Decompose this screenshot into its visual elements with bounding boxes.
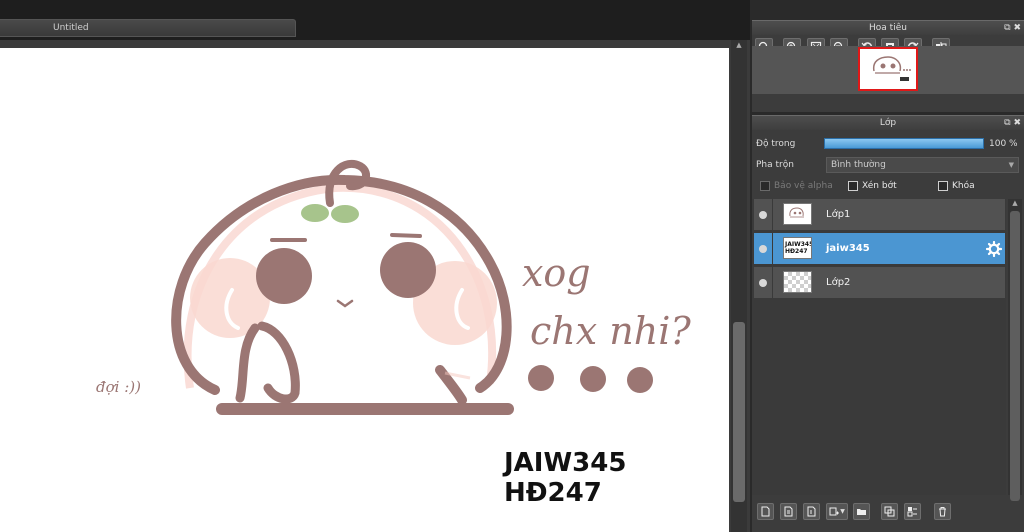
duplicate-layer-button[interactable] [881, 503, 898, 520]
trash-icon [939, 507, 946, 517]
clipping-label: Xén bớt [862, 181, 897, 191]
document-tab[interactable]: Untitled [0, 19, 296, 37]
navigator-panel-header: Hoa tiêu ⧉ ✖ [752, 20, 1024, 35]
layer-list: Lớp1 JAIW345 HĐ247 jaiw345 Lớp2 [752, 199, 1006, 495]
canvas-text-doi: đợi :)) [96, 378, 141, 396]
close-icon[interactable]: ✖ [1013, 23, 1021, 33]
lock-label: Khóa [952, 181, 975, 191]
right-leaf [331, 205, 359, 223]
ellipsis-dot [627, 367, 653, 393]
right-eye [380, 242, 436, 298]
navigator-preview-art [872, 56, 911, 81]
opacity-value: 100 % [989, 139, 1018, 149]
blend-mode-select[interactable]: Bình thường ▼ [826, 157, 1019, 173]
popout-icon[interactable]: ⧉ [1004, 118, 1010, 128]
blend-mode-value: Bình thường [831, 160, 886, 170]
canvas-frame: xog chx nhi? đợi :)) JAIW345 HĐ247 [0, 40, 750, 532]
layer-name: Lớp1 [826, 209, 851, 220]
layer-row-lop2[interactable]: Lớp2 [754, 267, 1005, 299]
close-icon[interactable]: ✖ [1013, 118, 1021, 128]
layer-scroll-thumb[interactable] [1010, 211, 1020, 501]
new-page-icon [761, 506, 770, 517]
chevron-down-icon: ▼ [1008, 161, 1014, 169]
gear-icon[interactable] [986, 241, 1002, 257]
layer-name: Lớp2 [826, 277, 851, 288]
halftone-page-icon [784, 506, 793, 517]
navigator-panel-title: Hoa tiêu [869, 23, 907, 33]
clipping-checkbox[interactable]: Xén bớt [848, 181, 897, 191]
merge-down-icon [907, 507, 917, 517]
layer-row-jaiw345[interactable]: JAIW345 HĐ247 jaiw345 [754, 233, 1005, 265]
navigator-panel: Hoa tiêu ⧉ ✖ [752, 20, 1024, 112]
row-separator [772, 233, 773, 265]
drawing-canvas[interactable]: xog chx nhi? đợi :)) JAIW345 HĐ247 [0, 48, 729, 532]
blend-mode-label: Pha trộn [756, 160, 794, 170]
canvas-vertical-scrollbar[interactable]: ▲ [731, 40, 747, 532]
navigator-preview[interactable] [858, 47, 918, 91]
left-eye [256, 248, 312, 304]
ellipsis-dot [528, 365, 554, 391]
scroll-up-arrow-icon[interactable]: ▲ [731, 40, 747, 50]
canvas-text-chx-nhi: chx nhi? [530, 309, 691, 353]
checkbox-box [848, 181, 858, 191]
new-folder-button[interactable] [853, 503, 870, 520]
chevron-down-icon: ▼ [840, 508, 845, 515]
canvas-scroll-thumb[interactable] [733, 322, 745, 502]
lock-checkbox[interactable]: Khóa [938, 181, 975, 191]
visibility-eye-icon[interactable] [759, 245, 767, 253]
folder-icon [857, 509, 866, 515]
layer-thumbnail-art [789, 207, 804, 218]
watermark-line2: HĐ247 [504, 478, 602, 508]
layer-name: jaiw345 [826, 243, 870, 254]
layer-panel-header: Lớp ⧉ ✖ [752, 115, 1024, 130]
new-vector-layer-button[interactable] [803, 503, 820, 520]
layer-list-scrollbar[interactable]: ▲ [1008, 199, 1022, 501]
layer-panel-title: Lớp [879, 118, 897, 128]
popout-icon[interactable]: ⧉ [1004, 23, 1010, 33]
add-layer-icon [829, 507, 840, 516]
merge-layer-button[interactable] [904, 503, 921, 520]
checkbox-box [938, 181, 948, 191]
scroll-up-arrow-icon[interactable]: ▲ [1008, 199, 1022, 207]
layer-thumbnail: JAIW345 HĐ247 [783, 237, 812, 259]
row-separator [772, 267, 773, 299]
navigator-preview-area[interactable] [752, 46, 1024, 94]
visibility-eye-icon[interactable] [759, 279, 767, 287]
duplicate-icon [884, 506, 895, 517]
layer-thumbnail [783, 203, 812, 225]
canvas-text-xog: xog [522, 251, 591, 295]
watermark-line1: JAIW345 [502, 448, 626, 478]
ellipsis-dot [580, 366, 606, 392]
opacity-label: Độ trong [756, 139, 796, 149]
vector-page-icon [807, 506, 816, 517]
document-tab-title: Untitled [53, 23, 89, 33]
visibility-eye-icon[interactable] [759, 211, 767, 219]
add-layer-dropdown-button[interactable]: ▼ [826, 503, 848, 520]
layer-thumbnail-text: JAIW345 HĐ247 [785, 241, 812, 255]
protect-alpha-checkbox[interactable]: Bảo vệ alpha [760, 181, 833, 191]
row-separator [772, 199, 773, 231]
opacity-slider[interactable] [824, 138, 984, 149]
protect-alpha-label: Bảo vệ alpha [774, 181, 833, 191]
checkbox-box [760, 181, 770, 191]
new-layer-button[interactable] [757, 503, 774, 520]
layer-row-lop1[interactable]: Lớp1 [754, 199, 1005, 231]
left-leaf [301, 204, 329, 222]
layer-bottom-toolbar: ▼ [752, 501, 1024, 525]
delete-layer-button[interactable] [934, 503, 951, 520]
layer-panel: Lớp ⧉ ✖ Độ trong 100 % Pha trộn Bình thư… [752, 115, 1024, 532]
layer-thumbnail [783, 271, 812, 293]
new-halftone-layer-button[interactable] [780, 503, 797, 520]
canvas-artwork: xog chx nhi? đợi :)) JAIW345 HĐ247 [96, 159, 691, 508]
